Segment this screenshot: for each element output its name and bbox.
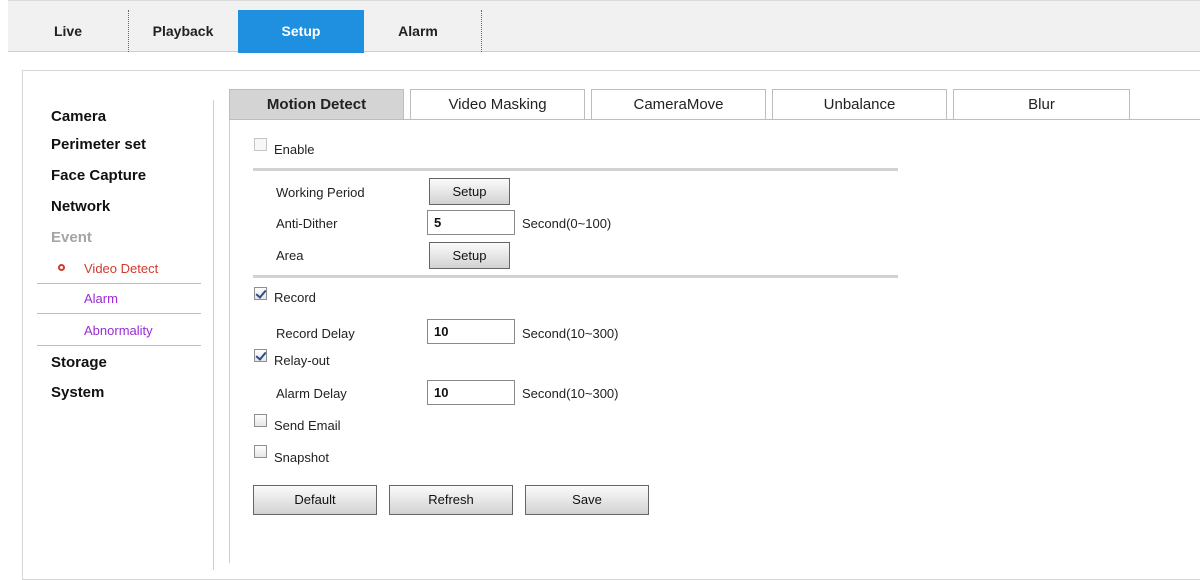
nav-separator: [128, 10, 129, 52]
nav-tab-playback[interactable]: Playback: [138, 10, 228, 52]
top-navigation: Live Playback Setup Alarm: [8, 0, 1200, 53]
sidebar-item-perimeter-set[interactable]: Perimeter set: [51, 136, 146, 153]
sidebar-subitem-label: Alarm: [84, 291, 118, 306]
section-divider: [253, 168, 898, 171]
area-setup-button[interactable]: Setup: [429, 242, 510, 269]
send-email-label: Send Email: [274, 418, 341, 433]
alarm-delay-label: Alarm Delay: [276, 386, 347, 401]
nav-tab-alarm[interactable]: Alarm: [390, 10, 446, 52]
sidebar-item-camera[interactable]: Camera: [51, 108, 106, 125]
refresh-button[interactable]: Refresh: [389, 485, 513, 515]
sidebar-subitem-abnormality[interactable]: Abnormality: [37, 316, 201, 346]
nav-tab-live[interactable]: Live: [40, 10, 96, 52]
record-label: Record: [274, 290, 316, 305]
active-bullet-icon: [58, 264, 65, 271]
tab-camera-move[interactable]: CameraMove: [591, 89, 766, 120]
sidebar-subitem-label: Video Detect: [84, 261, 159, 276]
alarm-delay-input[interactable]: [427, 380, 515, 405]
relay-out-checkbox[interactable]: [254, 349, 267, 362]
sidebar-item-storage[interactable]: Storage: [51, 354, 107, 371]
area-label: Area: [276, 248, 304, 263]
enable-checkbox[interactable]: [254, 138, 267, 151]
tab-video-masking[interactable]: Video Masking: [410, 89, 585, 120]
snapshot-checkbox[interactable]: [254, 445, 267, 458]
snapshot-label: Snapshot: [274, 450, 329, 465]
tab-blur[interactable]: Blur: [953, 89, 1130, 120]
save-button[interactable]: Save: [525, 485, 649, 515]
sidebar-item-network[interactable]: Network: [51, 198, 110, 215]
sidebar-subitem-label: Abnormality: [84, 323, 153, 338]
record-checkbox[interactable]: [254, 287, 267, 300]
record-delay-input[interactable]: [427, 319, 515, 344]
sidebar-subitem-alarm[interactable]: Alarm: [37, 284, 201, 314]
working-period-label: Working Period: [276, 185, 365, 200]
tab-motion-detect[interactable]: Motion Detect: [229, 89, 404, 120]
record-delay-unit: Second(10~300): [522, 326, 619, 341]
sidebar-item-event[interactable]: Event: [51, 229, 92, 246]
nav-separator: [481, 10, 482, 52]
send-email-checkbox[interactable]: [254, 414, 267, 427]
working-period-setup-button[interactable]: Setup: [429, 178, 510, 205]
default-button[interactable]: Default: [253, 485, 377, 515]
record-delay-label: Record Delay: [276, 326, 355, 341]
sidebar-divider: [213, 100, 214, 570]
nav-tab-setup[interactable]: Setup: [238, 10, 364, 53]
tab-unbalance[interactable]: Unbalance: [772, 89, 947, 120]
content-border: [229, 120, 230, 563]
sidebar-item-system[interactable]: System: [51, 384, 104, 401]
alarm-delay-unit: Second(10~300): [522, 386, 619, 401]
relay-out-label: Relay-out: [274, 353, 330, 368]
sidebar-subitem-video-detect[interactable]: Video Detect: [37, 254, 201, 284]
enable-label: Enable: [274, 142, 315, 157]
anti-dither-label: Anti-Dither: [276, 216, 338, 231]
tab-baseline: [229, 119, 1200, 120]
section-divider: [253, 275, 898, 278]
anti-dither-unit: Second(0~100): [522, 216, 612, 231]
sidebar-item-face-capture[interactable]: Face Capture: [51, 167, 146, 184]
anti-dither-input[interactable]: [427, 210, 515, 235]
